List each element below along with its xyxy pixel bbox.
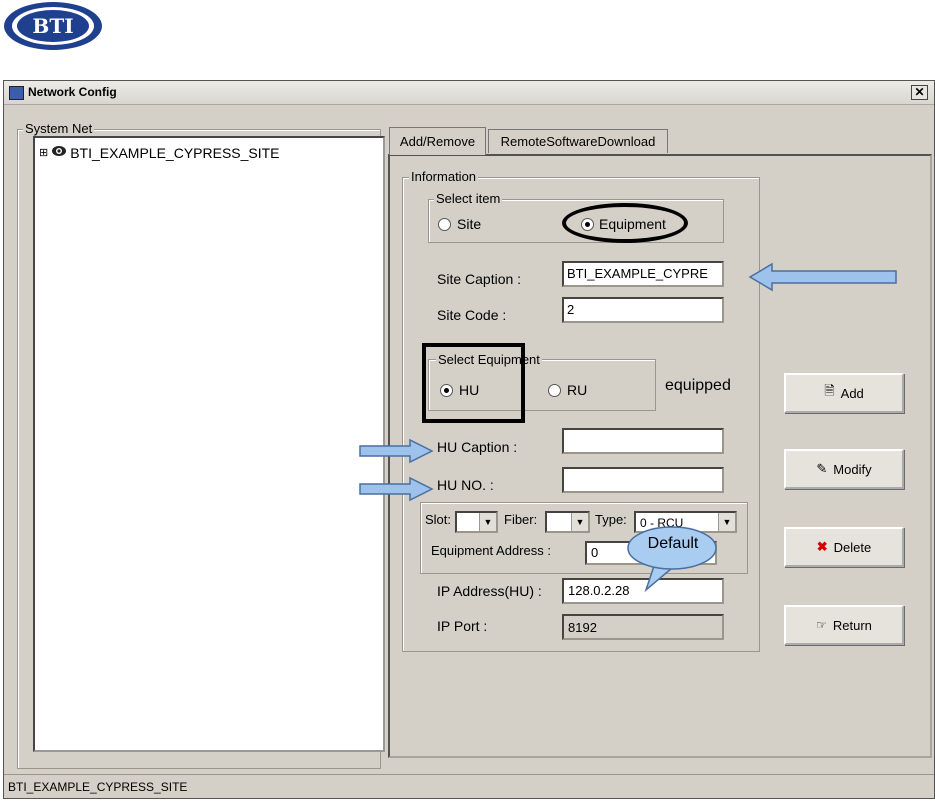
delete-button[interactable]: ✖ Delete (784, 527, 904, 567)
bti-logo: BTI (2, 0, 104, 52)
ip-port-field: 8192 (562, 614, 724, 640)
hu-caption-label: HU Caption : (437, 439, 518, 455)
equipped-text: equipped (665, 377, 731, 394)
site-code-label: Site Code : (437, 307, 507, 323)
site-eye-icon (51, 144, 67, 161)
modify-button-label: Modify (833, 461, 872, 477)
add-icon: 🗎 (824, 383, 835, 398)
default-callout: Default (624, 524, 724, 596)
hu-caption-input[interactable] (562, 428, 724, 454)
title-bar: Network Config ✕ (4, 81, 934, 105)
site-code-input[interactable]: 2 (562, 297, 724, 323)
chevron-down-icon[interactable]: ▼ (479, 513, 496, 531)
arrow-right-icon (358, 476, 434, 502)
delete-icon: ✖ (816, 539, 828, 554)
system-net-tree[interactable]: ⊞ BTI_EXAMPLE_CYPRESS_SITE (33, 136, 385, 752)
radio-site-label: Site (457, 216, 482, 232)
information-label: Information (409, 169, 479, 184)
radio-ru-indicator[interactable] (548, 383, 561, 397)
tab-add-remove-label: Add/Remove (399, 134, 476, 149)
return-button-label: Return (832, 617, 872, 633)
system-net-label: System Net (23, 121, 95, 136)
close-icon[interactable]: ✕ (911, 85, 928, 100)
ip-address-label: IP Address(HU) : (437, 583, 542, 599)
tab-add-remove[interactable]: Add/Remove (389, 127, 486, 155)
callout-text: Default (647, 535, 699, 552)
add-button-label: Add (840, 385, 864, 401)
radio-site-indicator[interactable] (438, 217, 451, 231)
modify-button[interactable]: ✎ Modify (784, 449, 904, 489)
modify-icon: ✎ (816, 461, 828, 476)
site-caption-label: Site Caption : (437, 271, 522, 287)
tab-remote-software-download[interactable]: RemoteSoftwareDownload (488, 129, 668, 153)
add-button[interactable]: 🗎 Add (784, 373, 904, 413)
fiber-select[interactable]: ▼ (545, 511, 590, 533)
hu-no-label: HU NO. : (437, 477, 494, 493)
status-bar: BTI_EXAMPLE_CYPRESS_SITE (4, 774, 934, 798)
site-caption-input[interactable]: BTI_EXAMPLE_CYPRE (562, 261, 724, 287)
radio-ru[interactable]: RU (548, 382, 587, 398)
ip-port-label: IP Port : (437, 618, 488, 634)
tree-node-site[interactable]: ⊞ BTI_EXAMPLE_CYPRESS_SITE (39, 144, 280, 161)
select-item-label: Select item (434, 191, 503, 206)
hu-no-input[interactable] (562, 467, 724, 493)
expand-icon[interactable]: ⊞ (39, 146, 48, 159)
radio-ru-label: RU (567, 382, 588, 398)
equipment-highlight-ellipse (562, 203, 688, 243)
arrow-right-icon (358, 438, 434, 464)
delete-button-label: Delete (833, 539, 872, 555)
tree-node-label: BTI_EXAMPLE_CYPRESS_SITE (70, 144, 280, 161)
tab-remote-label: RemoteSoftwareDownload (500, 134, 656, 149)
network-config-window: Network Config ✕ System Net ⊞ BTI_EXAMPL… (3, 80, 935, 799)
radio-site[interactable]: Site (438, 216, 481, 232)
hu-highlight-rectangle (422, 343, 525, 423)
logo-text: BTI (32, 14, 73, 38)
fiber-label: Fiber: (504, 512, 538, 527)
type-label: Type: (595, 512, 627, 527)
app-icon (9, 86, 24, 100)
return-icon: ☞ (816, 618, 827, 632)
status-text: BTI_EXAMPLE_CYPRESS_SITE (8, 780, 188, 794)
arrow-left-icon (748, 262, 898, 292)
chevron-down-icon[interactable]: ▼ (571, 513, 588, 531)
window-title: Network Config (28, 85, 117, 99)
equipment-address-label: Equipment Address : (431, 543, 551, 558)
return-button[interactable]: ☞ Return (784, 605, 904, 645)
slot-select[interactable]: ▼ (455, 511, 498, 533)
slot-label: Slot: (425, 512, 452, 527)
